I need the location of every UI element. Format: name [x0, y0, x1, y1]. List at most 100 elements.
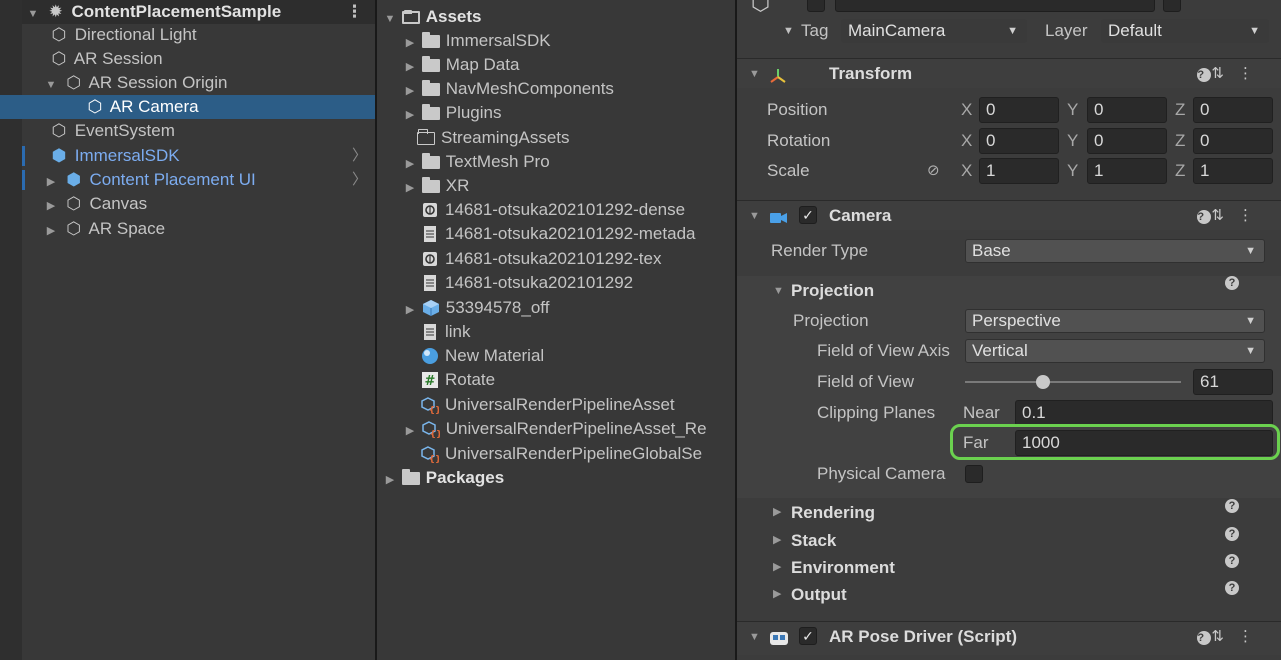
project-asset[interactable]: link — [421, 320, 471, 344]
expand-arrow-icon[interactable]: ▶ — [773, 527, 781, 554]
project-asset[interactable]: 14681-otsuka202101292 — [421, 271, 633, 295]
scene-header[interactable]: ▼ ✹ ContentPlacementSample ⋮ — [22, 0, 375, 24]
chevron-right-icon[interactable]: 〉 — [352, 168, 367, 192]
hierarchy-item[interactable]: ⬡ AR Session — [48, 47, 375, 71]
hierarchy-item[interactable]: ⬢ ImmersalSDK 〉 — [48, 144, 375, 168]
environment-foldout[interactable]: ▶ Environment ? — [737, 554, 1281, 581]
expand-arrow-icon[interactable]: ▶ — [403, 152, 417, 176]
project-asset[interactable]: {} UniversalRenderPipelineGlobalSe — [421, 442, 702, 466]
project-folder-packages[interactable]: ▶ Packages — [383, 466, 504, 490]
active-checkbox[interactable] — [807, 0, 825, 12]
expand-arrow-icon[interactable]: ▶ — [403, 419, 417, 443]
expand-arrow-icon[interactable]: ▶ — [44, 170, 58, 194]
project-folder[interactable]: ▶ TextMesh Pro — [403, 150, 550, 174]
gameobject-header: ⬡ — [737, 0, 1281, 16]
tag-dropdown[interactable]: MainCamera ▼ — [841, 19, 1027, 43]
expand-arrow-icon[interactable]: ▶ — [773, 581, 781, 608]
help-icon[interactable]: ? — [1225, 527, 1239, 541]
rotation-y-field[interactable]: 0 — [1087, 128, 1167, 154]
project-folder[interactable]: ▶ XR — [403, 174, 470, 200]
project-asset[interactable]: {} UniversalRenderPipelineAsset — [421, 393, 675, 417]
position-z-field[interactable]: 0 — [1193, 97, 1273, 123]
expand-arrow-icon[interactable]: ▶ — [773, 499, 781, 526]
help-icon[interactable]: ? — [1225, 499, 1239, 513]
project-asset[interactable]: 14681-otsuka202101292-tex — [421, 247, 661, 271]
fov-axis-dropdown[interactable]: Vertical ▼ — [965, 339, 1265, 363]
project-folder[interactable]: StreamingAssets — [417, 126, 570, 150]
help-icon[interactable]: ? — [1225, 581, 1239, 595]
static-checkbox[interactable] — [1163, 0, 1181, 12]
expand-arrow-icon[interactable]: ▶ — [44, 219, 58, 243]
project-folder[interactable]: ▶ NavMeshComponents — [403, 77, 614, 101]
rendering-foldout[interactable]: ▶ Rendering ? — [737, 499, 1281, 526]
expand-arrow-icon[interactable]: ▼ — [749, 201, 760, 231]
hierarchy-item[interactable]: ▶ ⬢ Content Placement UI 〉 — [44, 168, 375, 192]
name-field[interactable] — [835, 0, 1155, 12]
fov-slider-track[interactable] — [965, 375, 1181, 389]
enabled-checkbox[interactable]: ✓ — [799, 627, 817, 645]
projection-foldout[interactable]: ▼ Projection ? — [737, 276, 1281, 306]
help-icon[interactable]: ? — [1197, 68, 1212, 82]
expand-arrow-icon[interactable]: ▶ — [773, 554, 781, 581]
expand-arrow-icon[interactable]: ▼ — [749, 622, 760, 652]
rotation-z-field[interactable]: 0 — [1193, 128, 1273, 154]
unlink-icon[interactable]: ⊘ — [927, 156, 940, 186]
expand-arrow-icon[interactable]: ▶ — [403, 298, 417, 322]
expand-arrow-icon[interactable]: ▼ — [773, 276, 784, 306]
expand-arrow-icon[interactable]: ▶ — [403, 79, 417, 103]
expand-arrow-icon[interactable]: ▶ — [403, 31, 417, 55]
rotation-x-field[interactable]: 0 — [979, 128, 1059, 154]
hierarchy-item-selected[interactable]: ⬡ AR Camera — [0, 95, 375, 119]
expand-arrow-icon[interactable]: ▶ — [403, 55, 417, 79]
project-asset[interactable]: ▶ 53394578_off — [403, 296, 550, 322]
chevron-down-icon[interactable]: ▼ — [783, 16, 794, 46]
hierarchy-item[interactable]: ⬡ Directional Light — [48, 23, 375, 47]
expand-arrow-icon[interactable]: ▶ — [403, 103, 417, 127]
expand-arrow-icon[interactable]: ▼ — [44, 73, 58, 97]
expand-arrow-icon[interactable]: ▼ — [749, 59, 760, 89]
stack-foldout[interactable]: ▶ Stack ? — [737, 527, 1281, 554]
layer-dropdown[interactable]: Default ▼ — [1101, 19, 1269, 43]
expand-arrow-icon[interactable]: ▼ — [383, 7, 397, 31]
output-foldout[interactable]: ▶ Output ? — [737, 581, 1281, 608]
kebab-menu-icon[interactable]: ⋮ — [346, 0, 363, 24]
help-icon[interactable]: ? — [1225, 554, 1239, 568]
position-y-field[interactable]: 0 — [1087, 97, 1167, 123]
project-folder[interactable]: ▶ Plugins — [403, 101, 502, 125]
hierarchy-item[interactable]: ▼ ⬡ AR Session Origin — [44, 71, 375, 95]
render-type-dropdown[interactable]: Base ▼ — [965, 239, 1265, 263]
project-asset[interactable]: New Material — [421, 344, 544, 368]
fov-slider-thumb[interactable] — [1035, 375, 1050, 389]
chevron-right-icon[interactable]: 〉 — [352, 144, 367, 168]
hierarchy-item[interactable]: ⬡ EventSystem — [48, 119, 375, 143]
transform-header[interactable]: ▼ Transform ?⇅⋮ — [737, 58, 1281, 88]
help-icon[interactable]: ? — [1197, 210, 1212, 224]
near-field[interactable]: 0.1 — [1015, 400, 1273, 426]
expand-arrow-icon[interactable]: ▶ — [403, 176, 417, 200]
help-icon[interactable]: ? — [1225, 276, 1239, 290]
far-field[interactable]: 1000 — [1015, 430, 1273, 456]
project-asset[interactable]: ▶ {} UniversalRenderPipelineAsset_Re — [403, 417, 707, 441]
scale-x-field[interactable]: 1 — [979, 158, 1059, 184]
project-folder[interactable]: ▶ Map Data — [403, 53, 520, 79]
project-folder[interactable]: ▶ ImmersalSDK — [403, 29, 551, 53]
expand-arrow-icon[interactable]: ▼ — [26, 2, 40, 26]
pose-driver-header[interactable]: ▼ ✓ AR Pose Driver (Script) ?⇅⋮ — [737, 621, 1281, 655]
project-asset[interactable]: 14681-otsuka202101292-metada — [421, 222, 695, 246]
project-folder-assets[interactable]: ▼ Assets — [383, 5, 482, 29]
enabled-checkbox[interactable]: ✓ — [799, 206, 817, 224]
physical-camera-checkbox[interactable] — [965, 465, 983, 483]
expand-arrow-icon[interactable]: ▶ — [383, 468, 397, 492]
scale-z-field[interactable]: 1 — [1193, 158, 1273, 184]
hierarchy-item[interactable]: ▶ ⬡ Canvas — [44, 192, 375, 216]
position-x-field[interactable]: 0 — [979, 97, 1059, 123]
hierarchy-item[interactable]: ▶ ⬡ AR Space — [44, 217, 375, 241]
project-asset[interactable]: 14681-otsuka202101292-dense — [421, 198, 685, 222]
fov-field[interactable]: 61 — [1193, 369, 1273, 395]
scale-y-field[interactable]: 1 — [1087, 158, 1167, 184]
expand-arrow-icon[interactable]: ▶ — [44, 194, 58, 218]
project-asset[interactable]: # Rotate — [421, 368, 495, 392]
help-icon[interactable]: ? — [1197, 631, 1212, 645]
camera-header[interactable]: ▼ ✓ Camera ?⇅⋮ — [737, 200, 1281, 230]
projection-dropdown[interactable]: Perspective ▼ — [965, 309, 1265, 333]
